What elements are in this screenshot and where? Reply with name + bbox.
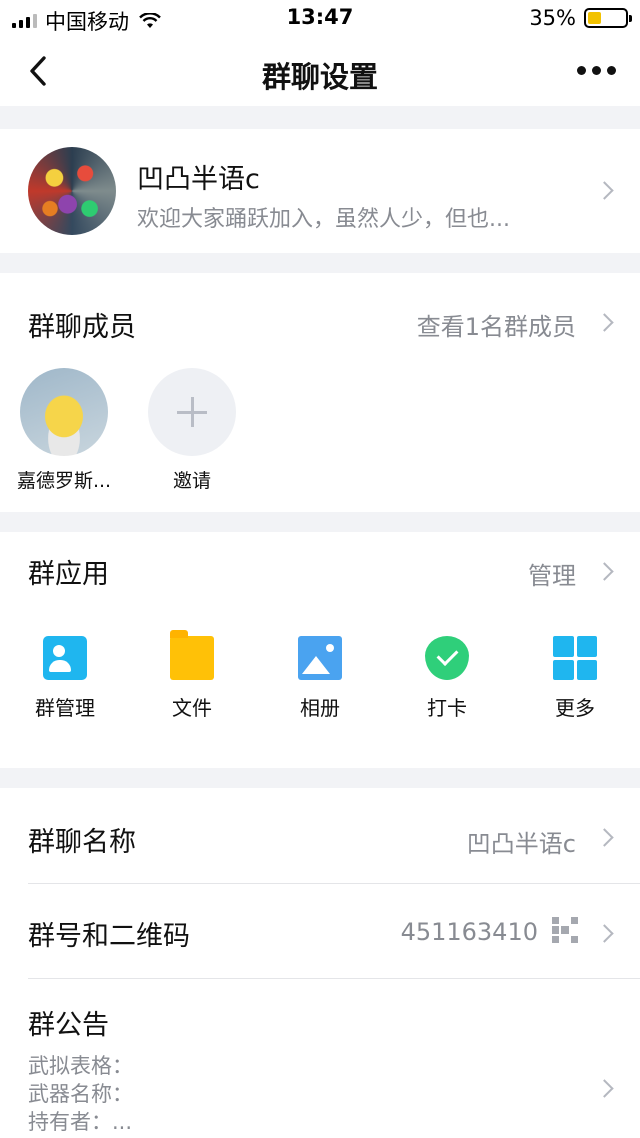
app-label: 相册 — [300, 696, 340, 720]
member-name: 嘉德罗斯... — [16, 470, 112, 492]
plus-icon — [148, 368, 236, 456]
members-title: 群聊成员 — [28, 312, 136, 343]
battery-percent: 35% — [529, 6, 576, 30]
group-profile-card[interactable]: 凹凸半语c 欢迎大家踊跃加入，虽然人少，但也... — [0, 129, 640, 253]
notice-line: 武拟表格： — [28, 1054, 133, 1078]
group-avatar — [28, 147, 116, 235]
status-bar: 中国移动 13:47 35% — [0, 0, 640, 36]
more-dots-icon[interactable] — [577, 66, 616, 75]
group-number-label: 群号和二维码 — [28, 921, 190, 952]
app-label: 打卡 — [427, 696, 467, 720]
group-name-row[interactable]: 群聊名称 凹凸半语c — [0, 788, 640, 883]
group-number-value: 451163410 — [400, 918, 538, 946]
group-name: 凹凸半语c — [137, 164, 260, 195]
member-item[interactable]: 嘉德罗斯... — [9, 368, 119, 493]
qr-code-icon — [552, 917, 578, 943]
group-notice-label: 群公告 — [28, 1010, 109, 1041]
chevron-right-icon — [598, 828, 610, 848]
members-section: 群聊成员 查看1名群成员 嘉德罗斯... 邀请 — [0, 273, 640, 512]
group-name-value: 凹凸半语c — [466, 830, 576, 858]
invite-label: 邀请 — [172, 470, 211, 492]
notice-line: 持有者：... — [28, 1110, 133, 1134]
app-more[interactable]: 更多 — [520, 636, 630, 721]
folder-icon — [170, 630, 214, 680]
app-album[interactable]: 相册 — [265, 636, 375, 721]
group-apps-section: 群应用 管理 群管理 文件 相册 打卡 更多 — [0, 532, 640, 768]
group-description: 欢迎大家踊跃加入，虽然人少，但也... — [137, 207, 510, 232]
more-grid-icon — [553, 636, 597, 680]
group-name-label: 群聊名称 — [28, 827, 136, 858]
chevron-right-icon — [598, 562, 610, 582]
chevron-right-icon — [598, 181, 610, 201]
app-label: 更多 — [555, 696, 595, 720]
apps-title: 群应用 — [28, 559, 109, 590]
page-title: 群聊设置 — [261, 60, 378, 94]
chevron-right-icon — [598, 313, 610, 333]
chevron-right-icon — [598, 1079, 610, 1099]
chevron-right-icon — [598, 924, 610, 944]
invite-button[interactable]: 邀请 — [137, 368, 247, 493]
group-manage-icon — [43, 636, 87, 680]
avatar — [20, 368, 108, 456]
view-all-members-link[interactable]: 查看1名群成员 — [417, 307, 576, 342]
app-group-manage[interactable]: 群管理 — [10, 636, 120, 721]
group-number-row[interactable]: 群号和二维码 451163410 — [0, 884, 640, 978]
checkin-icon — [425, 636, 469, 680]
apps-manage-link[interactable]: 管理 — [528, 556, 576, 591]
nav-bar: 群聊设置 — [0, 36, 640, 106]
app-label: 文件 — [172, 696, 212, 720]
app-checkin[interactable]: 打卡 — [392, 636, 502, 721]
album-icon — [298, 636, 342, 680]
group-notice-preview: 武拟表格： 武器名称： 持有者：... — [28, 1052, 133, 1136]
app-file[interactable]: 文件 — [137, 630, 247, 721]
notice-line: 武器名称： — [28, 1082, 133, 1106]
battery-icon — [584, 8, 632, 28]
app-label: 群管理 — [35, 696, 95, 720]
